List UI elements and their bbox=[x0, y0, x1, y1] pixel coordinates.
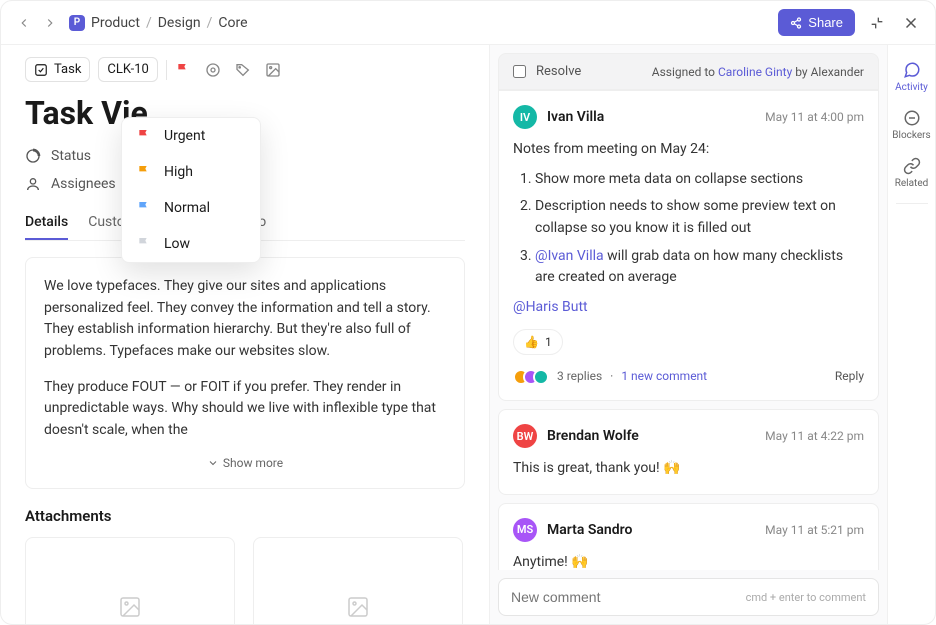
flag-icon bbox=[136, 164, 152, 180]
description-paragraph: They produce FOUT — or FOIT if you prefe… bbox=[44, 377, 446, 442]
image-icon[interactable] bbox=[265, 62, 281, 78]
comment-timestamp: May 11 at 5:21 pm bbox=[765, 523, 864, 537]
comment-icon bbox=[903, 61, 921, 79]
comment-author: Ivan Villa bbox=[547, 109, 604, 125]
avatar: BW bbox=[513, 424, 537, 448]
rail-blockers[interactable]: Blockers bbox=[888, 103, 935, 147]
flag-icon bbox=[136, 236, 152, 252]
blocker-icon bbox=[903, 109, 921, 127]
comment-text: Notes from meeting on May 24: bbox=[513, 139, 864, 161]
sprint-icon[interactable] bbox=[205, 62, 221, 78]
breadcrumb-item[interactable]: Design bbox=[158, 15, 201, 31]
flag-icon bbox=[136, 128, 152, 144]
resolve-bar: Resolve Assigned to Caroline Ginty by Al… bbox=[498, 53, 879, 90]
close-icon[interactable] bbox=[899, 11, 923, 35]
breadcrumb-item[interactable]: Product bbox=[91, 15, 140, 31]
keyboard-hint: cmd + enter to comment bbox=[746, 591, 866, 604]
new-comment-box[interactable]: cmd + enter to comment bbox=[498, 578, 879, 616]
description-box: We love typefaces. They give our sites a… bbox=[25, 257, 465, 489]
assignee-link[interactable]: Caroline Ginty bbox=[718, 65, 792, 79]
collapse-icon[interactable] bbox=[865, 11, 889, 35]
image-placeholder-icon bbox=[118, 595, 142, 619]
reaction-button[interactable]: 👍 1 bbox=[513, 329, 563, 356]
show-more-button[interactable]: Show more bbox=[44, 456, 446, 470]
avatar: MS bbox=[513, 518, 537, 542]
nav-back-button[interactable] bbox=[13, 12, 35, 34]
comment-text: Anytime! 🙌 bbox=[513, 552, 864, 570]
comment-timestamp: May 11 at 4:22 pm bbox=[765, 429, 864, 443]
tag-icon[interactable] bbox=[235, 62, 251, 78]
share-icon bbox=[790, 17, 802, 29]
share-button[interactable]: Share bbox=[778, 9, 855, 36]
resolve-checkbox[interactable] bbox=[513, 65, 526, 78]
avatar: IV bbox=[513, 105, 537, 129]
thumbs-up-icon: 👍 bbox=[524, 333, 539, 352]
task-type-badge[interactable]: Task bbox=[25, 57, 90, 82]
task-id-badge[interactable]: CLK-10 bbox=[98, 57, 157, 82]
rail-related[interactable]: Related bbox=[888, 151, 935, 195]
rail-activity[interactable]: Activity bbox=[888, 55, 935, 99]
breadcrumb: P Product / Design / Core bbox=[69, 15, 248, 31]
comment-list-item: Description needs to show some preview t… bbox=[535, 196, 864, 239]
chevron-down-icon bbox=[207, 457, 219, 469]
user-icon bbox=[25, 176, 41, 192]
priority-option-high[interactable]: High bbox=[122, 154, 260, 190]
comment-card: MS Marta Sandro May 11 at 5:21 pm Anytim… bbox=[498, 503, 879, 570]
comment-author: Marta Sandro bbox=[547, 522, 632, 538]
comment-card: BW Brendan Wolfe May 11 at 4:22 pm This … bbox=[498, 409, 879, 495]
avatar-stack bbox=[513, 369, 549, 385]
mention-link[interactable]: @Haris Butt bbox=[513, 299, 588, 315]
comment-author: Brendan Wolfe bbox=[547, 428, 639, 444]
priority-option-normal[interactable]: Normal bbox=[122, 190, 260, 226]
tab-custom[interactable]: Custo bbox=[88, 206, 124, 240]
check-square-icon bbox=[34, 63, 48, 77]
breadcrumb-item[interactable]: Core bbox=[218, 15, 247, 31]
new-comment-input[interactable] bbox=[511, 589, 746, 605]
resolve-label: Resolve bbox=[536, 64, 581, 79]
comment-card: IV Ivan Villa May 11 at 4:00 pm Notes fr… bbox=[498, 90, 879, 401]
description-paragraph: We love typefaces. They give our sites a… bbox=[44, 276, 446, 363]
flag-icon[interactable] bbox=[175, 62, 191, 78]
attachment-placeholder[interactable] bbox=[25, 537, 235, 624]
priority-dropdown: Urgent High Normal Low bbox=[121, 117, 261, 263]
comment-timestamp: May 11 at 4:00 pm bbox=[765, 110, 864, 124]
project-badge: P bbox=[69, 15, 85, 31]
link-icon bbox=[903, 157, 921, 175]
comment-list-item: @Ivan Villa will grab data on how many c… bbox=[535, 246, 864, 289]
status-icon bbox=[25, 148, 41, 164]
mention-link[interactable]: @Ivan Villa bbox=[535, 248, 604, 264]
nav-forward-button[interactable] bbox=[39, 12, 61, 34]
assigned-to-text: Assigned to Caroline Ginty by Alexander bbox=[652, 65, 864, 79]
flag-icon bbox=[136, 200, 152, 216]
priority-option-urgent[interactable]: Urgent bbox=[122, 118, 260, 154]
tab-details[interactable]: Details bbox=[25, 206, 68, 240]
attachment-placeholder[interactable] bbox=[253, 537, 463, 624]
reply-button[interactable]: Reply bbox=[835, 367, 864, 386]
replies-count[interactable]: 3 replies bbox=[557, 367, 602, 386]
priority-option-low[interactable]: Low bbox=[122, 226, 260, 262]
comment-text: This is great, thank you! 🙌 bbox=[513, 458, 864, 480]
attachments-heading: Attachments bbox=[25, 507, 465, 525]
new-comment-badge[interactable]: 1 new comment bbox=[621, 367, 707, 386]
image-placeholder-icon bbox=[346, 595, 370, 619]
comment-list-item: Show more meta data on collapse sections bbox=[535, 169, 864, 191]
